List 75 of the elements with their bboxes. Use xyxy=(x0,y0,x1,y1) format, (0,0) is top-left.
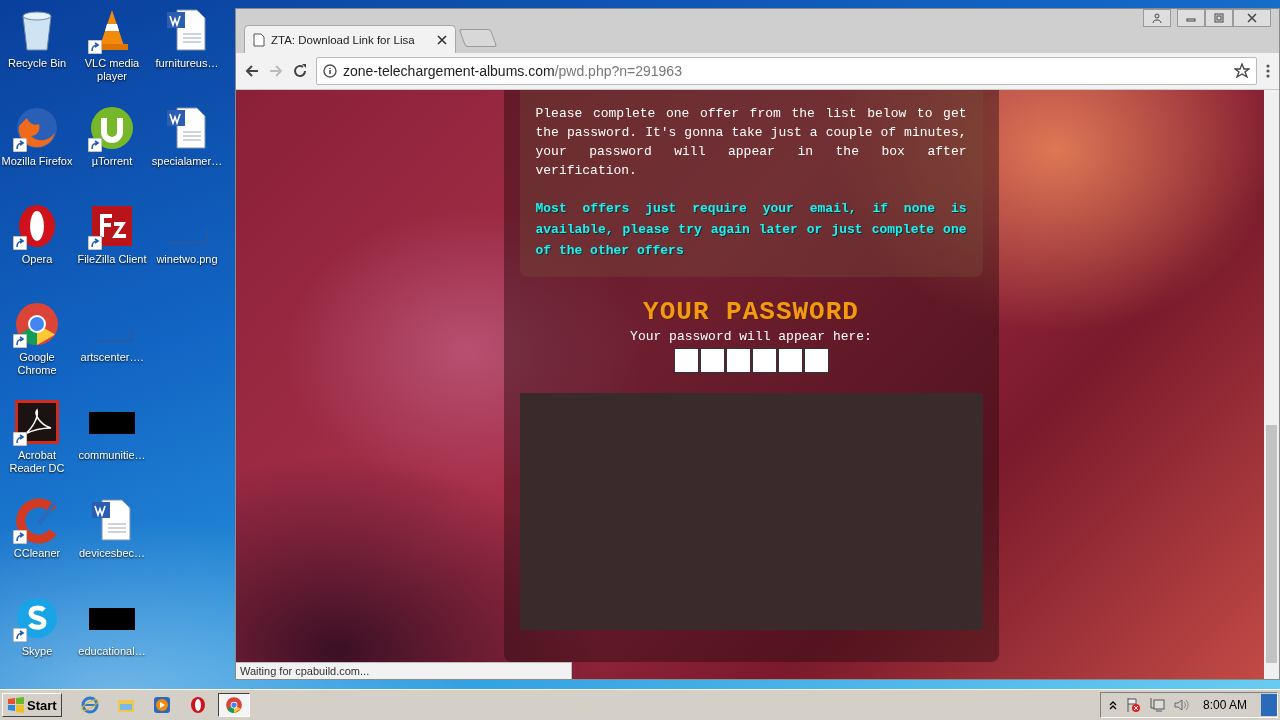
chevron-up-icon[interactable] xyxy=(1108,700,1117,710)
address-bar[interactable]: zone-telechargement-albums.com/pwd.php?n=291963 xyxy=(316,57,1257,85)
star-icon[interactable] xyxy=(1234,63,1250,79)
password-character-box xyxy=(777,348,803,373)
desktop-icon-label[interactable]: Acrobat Reader DC xyxy=(0,449,74,475)
shortcut-arrow-icon xyxy=(88,236,102,250)
shortcut-arrow-icon xyxy=(13,530,27,544)
desktop-icon-label[interactable]: artscenter…. xyxy=(80,351,144,364)
close-icon[interactable] xyxy=(437,34,447,45)
desktop-icon-label[interactable]: devicesbec… xyxy=(78,547,145,560)
instructions-text: Please complete one offer from the list below to get the password. It's gonna take just a couple of minutes, your password will appear in the box after verification. xyxy=(535,105,967,180)
shortcut-arrow-icon xyxy=(13,236,27,250)
close-icon xyxy=(1247,13,1257,23)
password-character-box xyxy=(803,348,829,373)
opera-o-icon xyxy=(188,696,207,714)
ie-icon xyxy=(80,696,99,714)
back-icon[interactable] xyxy=(244,63,260,79)
password-heading: YOUR PASSWORD xyxy=(643,297,859,327)
desktop-icon-label[interactable]: VLC media player xyxy=(75,57,149,83)
notice-text: Most offers just require your email, if none is available, please try again later or just complete one of the other offers xyxy=(535,200,967,260)
desktop-icon-label[interactable]: furnitureus… xyxy=(155,57,219,70)
volume-icon[interactable] xyxy=(1172,697,1189,713)
start-button[interactable]: Start xyxy=(2,693,62,717)
shortcut-arrow-icon xyxy=(88,40,102,54)
mu-icon xyxy=(88,104,136,152)
chrome-icon xyxy=(224,696,243,714)
desktop-icon-label[interactable]: Recycle Bin xyxy=(7,57,67,70)
chrome-icon xyxy=(13,300,61,348)
shortcut-arrow-icon xyxy=(13,138,27,152)
windows-logo-icon xyxy=(7,697,25,713)
shortcut-arrow-icon xyxy=(88,138,102,152)
desktop-icon-label[interactable]: winetwo.png xyxy=(156,253,218,266)
desktop-icon-label[interactable]: Opera xyxy=(21,253,53,266)
image-thumbnail-icon xyxy=(89,412,135,434)
reload-icon[interactable] xyxy=(292,63,308,79)
desktop-icon-label[interactable]: communitie… xyxy=(78,449,146,462)
status-text: Waiting for cpabuild.com... xyxy=(236,662,572,679)
image-thumbnail-icon xyxy=(89,608,135,630)
desktop-icon-label[interactable]: Mozilla Firefox xyxy=(1,155,73,168)
play-icon xyxy=(152,696,171,714)
password-character-box xyxy=(751,348,777,373)
menu-icon[interactable] xyxy=(1265,63,1271,79)
restore-icon xyxy=(1214,13,1224,23)
desktop-icon-label[interactable]: Google Chrome xyxy=(0,351,74,377)
password-character-box xyxy=(673,348,699,373)
person-icon xyxy=(1152,13,1162,23)
acrobat-icon xyxy=(13,398,61,446)
new-tab-button[interactable] xyxy=(458,29,498,47)
taskbar-app-button[interactable] xyxy=(217,693,250,717)
desktop-icon-label[interactable]: CCleaner xyxy=(13,547,61,560)
shortcut-arrow-icon xyxy=(13,432,27,446)
browser-tab[interactable]: ZTA: Download Link for Lisa xyxy=(244,25,456,53)
desktop-icon-label[interactable]: µTorrent xyxy=(91,155,133,168)
scrollbar-thumb[interactable] xyxy=(1266,425,1277,663)
network-icon[interactable] xyxy=(1148,697,1165,713)
password-hint: Your password will appear here: xyxy=(630,329,872,344)
flag-alert-icon[interactable] xyxy=(1124,697,1141,713)
restore-button[interactable] xyxy=(1205,9,1233,27)
page-icon xyxy=(253,32,265,47)
desktop-icon-label[interactable]: specialamer… xyxy=(151,155,223,168)
clock[interactable]: 8:00 AM xyxy=(1202,698,1247,712)
password-character-box xyxy=(699,348,725,373)
scrollbar[interactable] xyxy=(1264,90,1279,679)
image-thumbnail-icon xyxy=(166,228,208,244)
profile-button[interactable] xyxy=(1143,9,1171,27)
url-text: zone-telechargement-albums.com/pwd.php?n=291963 xyxy=(343,63,683,79)
forward-icon[interactable] xyxy=(268,63,284,79)
image-thumbnail-icon xyxy=(91,326,133,342)
desktop-icon-label[interactable]: FileZilla Client xyxy=(77,253,147,266)
shortcut-arrow-icon xyxy=(13,334,27,348)
password-character-box xyxy=(725,348,751,373)
close-button[interactable] xyxy=(1233,9,1271,27)
shortcut-arrow-icon xyxy=(13,628,27,642)
info-icon xyxy=(323,64,337,78)
minimize-button[interactable] xyxy=(1177,9,1205,27)
